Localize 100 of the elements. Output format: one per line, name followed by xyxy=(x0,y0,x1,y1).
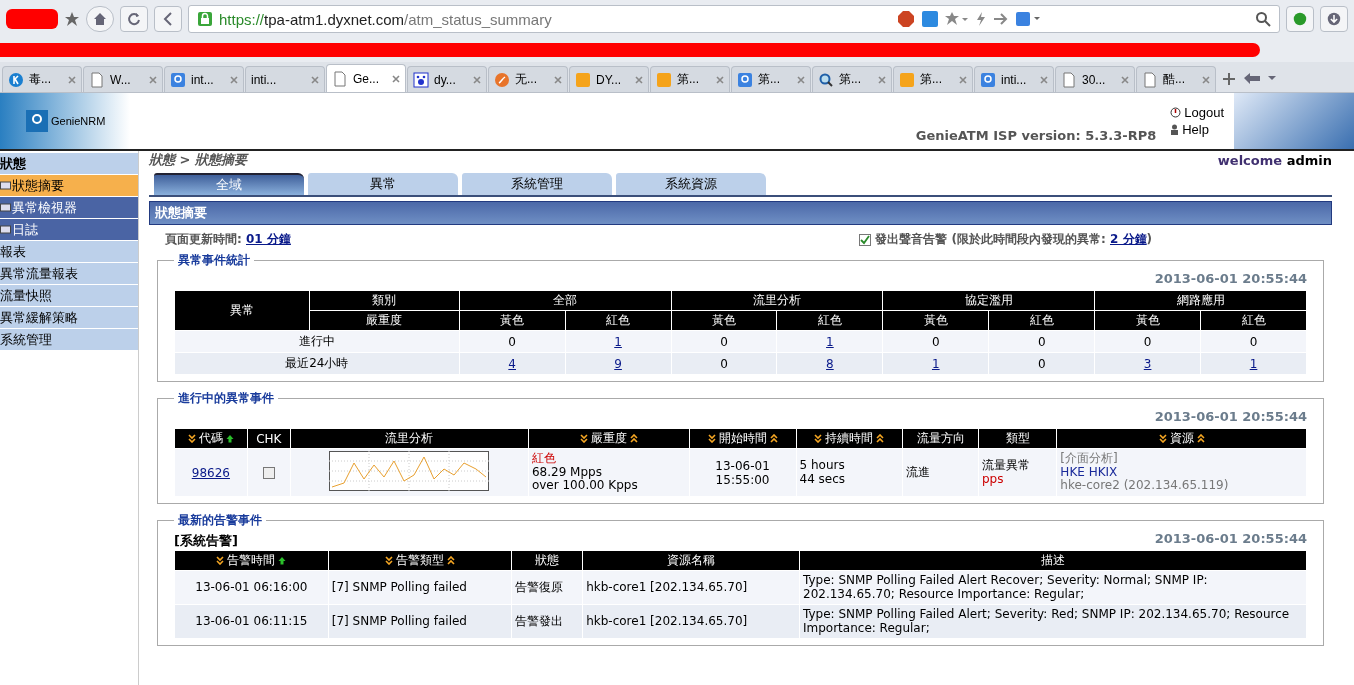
page-tab[interactable]: 系統管理 xyxy=(462,173,612,195)
page-tab[interactable]: 全域 xyxy=(154,173,304,195)
page-tab[interactable]: 系統資源 xyxy=(616,173,766,195)
close-icon[interactable] xyxy=(392,74,400,83)
sidebar-item[interactable]: 異常流量報表 xyxy=(0,263,138,284)
new-tab-icon[interactable] xyxy=(1223,73,1235,85)
sidebar-item[interactable]: 報表 xyxy=(0,241,138,262)
close-icon[interactable] xyxy=(878,75,886,84)
close-icon[interactable] xyxy=(716,75,724,84)
g-square-icon[interactable] xyxy=(1015,11,1043,27)
browser-tab[interactable]: 第... xyxy=(812,66,892,92)
column-header[interactable]: 告警類型 xyxy=(328,550,512,571)
address-bar[interactable]: https://tpa-atm1.dyxnet.com/atm_status_summary xyxy=(188,5,1280,33)
count-link[interactable]: 1 xyxy=(614,334,622,349)
browser-tab[interactable]: inti... xyxy=(974,66,1054,92)
sort-icon[interactable] xyxy=(187,434,196,443)
count-link[interactable]: 3 xyxy=(1143,356,1152,371)
close-icon[interactable] xyxy=(1202,75,1210,84)
browser-tab[interactable]: dy... xyxy=(407,66,487,92)
refresh-link[interactable]: 01 分鐘 xyxy=(246,232,291,246)
sort-icon[interactable] xyxy=(1196,434,1205,443)
sound-alert-checkbox[interactable] xyxy=(859,233,872,246)
sort-icon[interactable] xyxy=(769,434,778,443)
sidebar-item[interactable]: 系統管理 xyxy=(0,329,138,350)
browser-tab[interactable]: 无... xyxy=(488,66,568,92)
row-checkbox[interactable] xyxy=(262,466,275,479)
close-icon[interactable] xyxy=(68,75,76,84)
column-header[interactable]: 嚴重度 xyxy=(528,428,690,449)
table-cell: [7] SNMP Polling failed xyxy=(328,570,512,605)
alert-window-link[interactable]: 2 分鐘 xyxy=(1110,232,1147,246)
sort-icon[interactable] xyxy=(876,434,885,443)
sort-icon[interactable] xyxy=(1158,434,1167,443)
browser-tab[interactable]: 30... xyxy=(1055,66,1135,92)
sort-icon[interactable] xyxy=(225,434,234,443)
close-icon[interactable] xyxy=(635,75,643,84)
reload-button[interactable] xyxy=(120,6,148,32)
browser-tab[interactable]: W... xyxy=(83,66,163,92)
count-link[interactable]: 1 xyxy=(1249,356,1258,371)
count-link[interactable]: 4 xyxy=(508,356,516,371)
header-link[interactable]: Help xyxy=(1170,122,1224,137)
count-link[interactable]: 9 xyxy=(614,356,622,371)
home-button[interactable] xyxy=(86,6,114,32)
column-header[interactable]: 持續時間 xyxy=(796,428,903,449)
undo-arrow-icon[interactable] xyxy=(1242,70,1278,86)
close-icon[interactable] xyxy=(959,75,967,84)
browser-tab[interactable]: 第... xyxy=(650,66,730,92)
sidebar-item[interactable]: 狀態摘要 xyxy=(0,175,138,196)
browser-tab[interactable]: 酷... xyxy=(1136,66,1216,92)
sort-icon[interactable] xyxy=(579,434,588,443)
search-icon[interactable] xyxy=(1255,11,1271,27)
sidebar-item[interactable]: 流量快照 xyxy=(0,285,138,306)
count-link[interactable]: 8 xyxy=(826,356,834,371)
sort-icon[interactable] xyxy=(446,556,455,565)
sidebar-item[interactable]: 異常檢視器 xyxy=(0,197,138,218)
arrow-right-icon[interactable] xyxy=(993,11,1009,27)
sidebar-item[interactable]: 日誌 xyxy=(0,219,138,240)
back-button[interactable] xyxy=(154,6,182,32)
close-icon[interactable] xyxy=(1121,75,1129,84)
sort-icon[interactable] xyxy=(629,434,638,443)
welcome-text: welcome admin xyxy=(1217,152,1332,168)
browser-tab[interactable]: DY... xyxy=(569,66,649,92)
browser-tab[interactable]: int... xyxy=(164,66,244,92)
close-icon[interactable] xyxy=(797,75,805,84)
count-link[interactable]: 1 xyxy=(931,356,940,371)
column-header[interactable]: 資源 xyxy=(1056,428,1307,449)
column-header[interactable]: 告警時間 xyxy=(174,550,329,571)
download-button[interactable] xyxy=(1320,6,1348,32)
column-header[interactable]: 代碼 xyxy=(174,428,248,449)
browser-tab[interactable]: 毒... xyxy=(2,66,82,92)
close-icon[interactable] xyxy=(1040,75,1048,84)
stop-sign-icon[interactable] xyxy=(897,10,915,28)
count-link[interactable]: 1 xyxy=(826,334,834,349)
close-icon[interactable] xyxy=(473,75,481,84)
browser-tab[interactable]: 第... xyxy=(893,66,973,92)
browser-tab[interactable]: 第... xyxy=(731,66,811,92)
sort-icon[interactable] xyxy=(278,556,287,565)
sort-icon[interactable] xyxy=(814,434,823,443)
star-add-icon[interactable] xyxy=(945,11,969,27)
sort-icon[interactable] xyxy=(216,556,225,565)
event-id-link[interactable]: 98626 xyxy=(191,465,230,480)
star-icon[interactable] xyxy=(64,11,80,27)
table-cell: 13-06-01 06:16:00 xyxy=(174,570,329,605)
close-icon[interactable] xyxy=(230,75,238,84)
page-tab[interactable]: 異常 xyxy=(308,173,458,195)
close-icon[interactable] xyxy=(149,75,157,84)
home-icon xyxy=(93,12,107,26)
sidebar-item[interactable]: 狀態 xyxy=(0,153,138,174)
k-extension-button[interactable] xyxy=(1286,6,1314,32)
section-title-bar: 狀態摘要 xyxy=(149,201,1332,225)
close-icon[interactable] xyxy=(554,75,562,84)
browser-tab[interactable]: Ge... xyxy=(326,64,406,92)
header-link[interactable]: Logout xyxy=(1170,105,1224,120)
reload-icon xyxy=(127,12,141,26)
sort-icon[interactable] xyxy=(707,434,716,443)
sort-icon[interactable] xyxy=(384,556,393,565)
browser-tab[interactable]: inti... xyxy=(245,66,325,92)
column-header[interactable]: 開始時間 xyxy=(689,428,796,449)
sidebar-item[interactable]: 異常緩解策略 xyxy=(0,307,138,328)
lightning-icon[interactable] xyxy=(975,11,987,27)
close-icon[interactable] xyxy=(311,75,319,84)
